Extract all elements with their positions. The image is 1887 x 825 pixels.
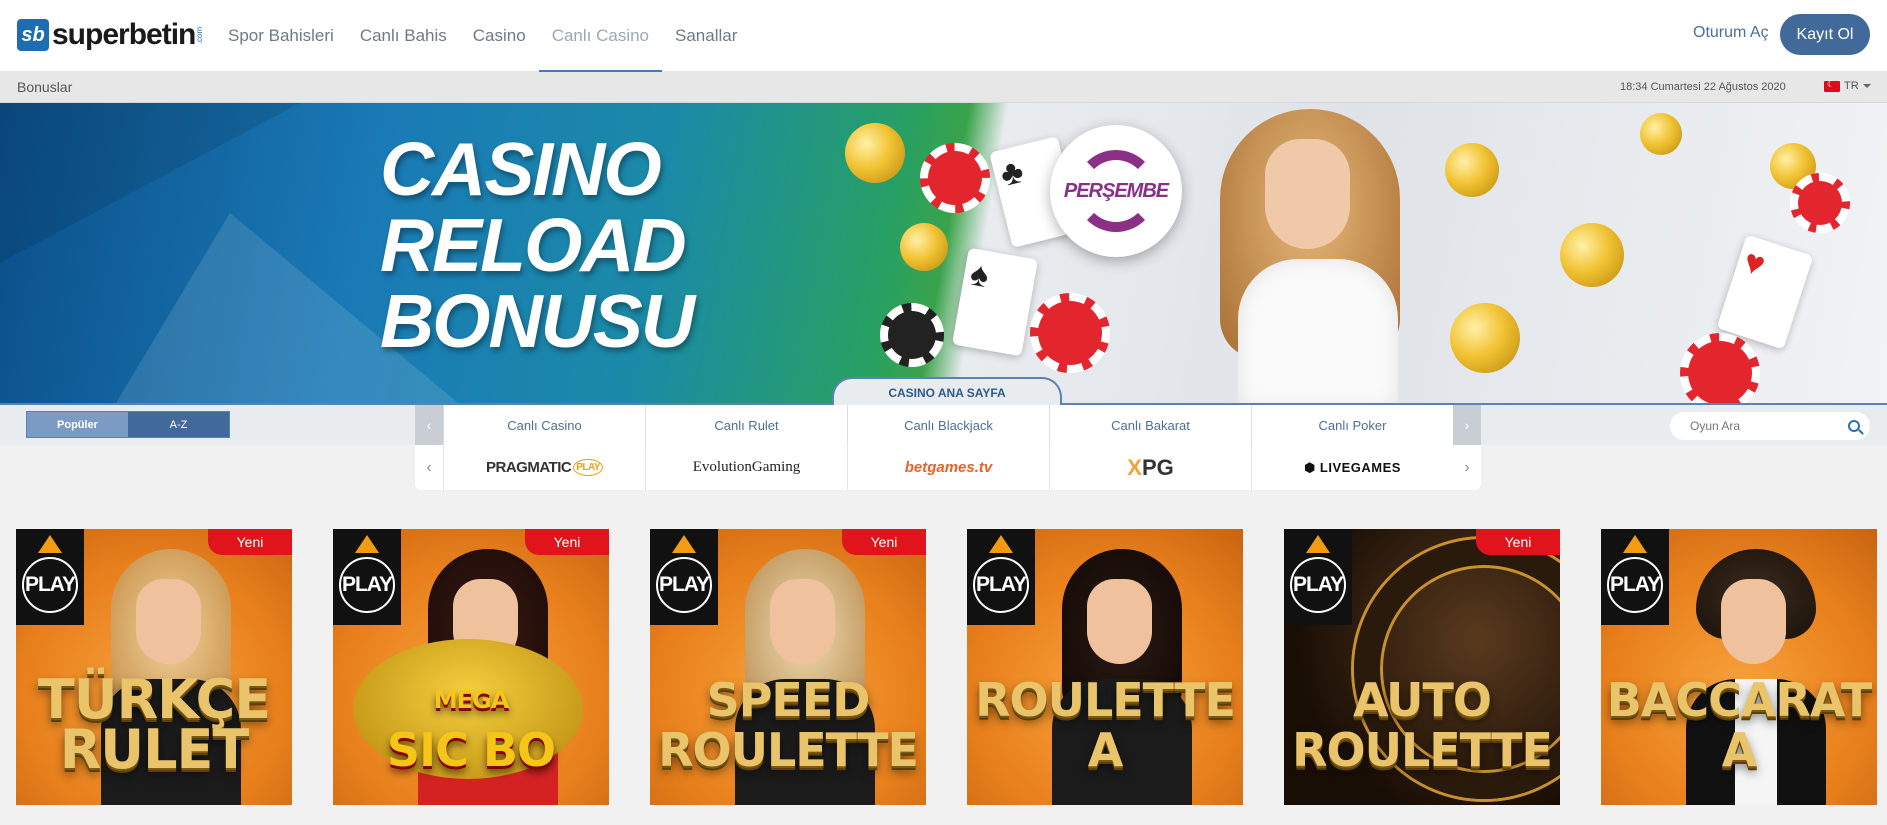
chevron-left-icon[interactable]: ‹ xyxy=(415,405,443,445)
logo-suffix: .com xyxy=(195,26,205,44)
search-input[interactable] xyxy=(1690,419,1830,433)
game-search xyxy=(1670,412,1870,440)
language-selector[interactable]: TR xyxy=(1824,79,1871,92)
provider-xpg-pg: PG xyxy=(1141,454,1174,480)
pragmatic-play-logo: PLAY xyxy=(16,529,84,625)
bonuses-link[interactable]: Bonuslar xyxy=(17,79,72,95)
tab-canli-poker[interactable]: Canlı Poker xyxy=(1251,405,1453,445)
chevron-left-icon[interactable]: ‹ xyxy=(415,445,443,490)
day-badge: PERŞEMBE xyxy=(1050,125,1182,257)
category-tabs: ‹ Canlı Casino Canlı Rulet Canlı Blackja… xyxy=(415,405,1481,445)
game-tile[interactable]: PLAY BACCARAT A xyxy=(1601,529,1877,805)
sort-popular-button[interactable]: Popüler xyxy=(27,412,128,437)
game-tile[interactable]: PLAY Yeni SPEED ROULETTE xyxy=(650,529,926,805)
tab-canli-casino[interactable]: Canlı Casino xyxy=(443,405,645,445)
game-title: MEGA SIC BO xyxy=(386,686,556,777)
pragmatic-play-logo: PLAY xyxy=(967,529,1035,625)
provider-livegames[interactable]: ⬢ LIVEGAMES xyxy=(1251,445,1453,490)
provider-carousel: ‹ PRAGMATIC PLAY EvolutionGaming betgame… xyxy=(415,445,1481,490)
main-nav: Spor Bahisleri Canlı Bahis Casino Canlı … xyxy=(215,0,750,73)
logo-wordmark: superbetin xyxy=(52,18,196,51)
provider-pragmatic-play[interactable]: PRAGMATIC PLAY xyxy=(443,445,645,490)
pragmatic-play-logo: PLAY xyxy=(650,529,718,625)
login-link[interactable]: Oturum Aç xyxy=(1693,24,1769,42)
casino-home-tab[interactable]: CASINO ANA SAYFA xyxy=(832,377,1062,407)
gold-coin-icon xyxy=(1560,223,1624,287)
provider-name: LIVEGAMES xyxy=(1319,460,1401,475)
day-badge-label: PERŞEMBE xyxy=(1063,179,1169,202)
casino-chip-icon xyxy=(920,143,990,213)
casino-chip-icon xyxy=(1680,333,1760,405)
game-tile[interactable]: PLAY ROULETTE A xyxy=(967,529,1243,805)
game-title: AUTO ROULETTE xyxy=(1292,673,1553,777)
provider-xpg[interactable]: X PG xyxy=(1049,445,1251,490)
register-button[interactable]: Kayıt Ol xyxy=(1780,14,1870,55)
new-badge: Yeni xyxy=(842,529,926,555)
banner-headline: CASINO RELOAD BONUSU xyxy=(380,127,695,363)
headline-line-1: CASINO xyxy=(380,127,662,211)
livegames-icon: ⬢ xyxy=(1304,459,1316,475)
nav-sanallar[interactable]: Sanallar xyxy=(662,0,750,72)
logo-badge: sb xyxy=(17,19,49,51)
game-title: TÜRKÇE RULET xyxy=(37,668,271,781)
language-code: TR xyxy=(1844,80,1859,92)
sub-bar: Bonuslar 18:34 Cumartesi 22 Ağustos 2020… xyxy=(0,72,1887,103)
chevron-right-icon[interactable]: › xyxy=(1453,445,1481,490)
caret-down-icon xyxy=(1862,84,1871,88)
game-grid: PLAY Yeni TÜRKÇE RULET PLAY Yeni MEGA SIC … xyxy=(16,529,1877,805)
game-tile[interactable]: PLAY Yeni TÜRKÇE RULET xyxy=(16,529,292,805)
casino-chip-icon xyxy=(1790,173,1850,233)
top-navbar: sb superbetin .com Spor Bahisleri Canlı … xyxy=(0,0,1887,73)
game-title: ROULETTE A xyxy=(975,673,1236,777)
chevron-right-icon[interactable]: › xyxy=(1453,405,1481,445)
new-badge: Yeni xyxy=(525,529,609,555)
game-title: SPEED ROULETTE xyxy=(658,673,919,777)
tab-canli-bakarat[interactable]: Canlı Bakarat xyxy=(1049,405,1251,445)
gold-coin-icon xyxy=(845,123,905,183)
playing-card-icon: ♠ xyxy=(952,247,1038,357)
search-icon[interactable] xyxy=(1848,420,1860,432)
casino-chip-icon xyxy=(880,303,944,367)
datetime-display: 18:34 Cumartesi 22 Ağustos 2020 xyxy=(1620,81,1786,93)
new-badge: Yeni xyxy=(1476,529,1560,555)
provider-badge: PLAY xyxy=(573,459,603,476)
superbetin-logo[interactable]: sb superbetin .com xyxy=(17,18,209,52)
pragmatic-play-logo: PLAY xyxy=(333,529,401,625)
game-tile[interactable]: PLAY Yeni AUTO ROULETTE xyxy=(1284,529,1560,805)
tab-canli-rulet[interactable]: Canlı Rulet xyxy=(645,405,847,445)
provider-evolution-gaming[interactable]: EvolutionGaming xyxy=(645,445,847,490)
croupier-model-image xyxy=(1200,109,1440,405)
playing-card-icon: ♥ xyxy=(1716,234,1814,350)
pragmatic-play-logo: PLAY xyxy=(1601,529,1669,625)
nav-canli-bahis[interactable]: Canlı Bahis xyxy=(347,0,460,72)
provider-name: PRAGMATIC xyxy=(486,459,572,476)
headline-line-3: BONUSU xyxy=(380,279,695,363)
new-badge: Yeni xyxy=(208,529,292,555)
provider-xpg-x: X xyxy=(1127,454,1142,480)
casino-chip-icon xyxy=(1030,293,1110,373)
game-tile[interactable]: PLAY Yeni MEGA SIC BO xyxy=(333,529,609,805)
nav-casino[interactable]: Casino xyxy=(460,0,539,72)
headline-line-2: RELOAD xyxy=(380,203,687,287)
promo-banner[interactable]: CASINO RELOAD BONUSU ♣ ♠ ♥ PERŞEMBE xyxy=(0,103,1887,405)
gold-coin-icon xyxy=(1450,303,1520,373)
nav-canli-casino[interactable]: Canlı Casino xyxy=(538,0,663,73)
gold-coin-icon xyxy=(1445,143,1499,197)
gold-coin-icon xyxy=(1640,113,1682,155)
turkey-flag-icon xyxy=(1824,79,1840,92)
nav-spor-bahisleri[interactable]: Spor Bahisleri xyxy=(215,0,347,72)
sort-toggle: Popüler A-Z xyxy=(26,411,230,438)
gold-coin-icon xyxy=(900,223,948,271)
game-title: BACCARAT A xyxy=(1606,673,1873,777)
filter-bar: Popüler A-Z ‹ Canlı Casino Canlı Rulet C… xyxy=(0,405,1887,445)
sort-az-button[interactable]: A-Z xyxy=(128,412,229,437)
provider-betgames[interactable]: betgames.tv xyxy=(847,445,1049,490)
tab-canli-blackjack[interactable]: Canlı Blackjack xyxy=(847,405,1049,445)
decorative-triangle xyxy=(0,103,300,263)
pragmatic-play-logo: PLAY xyxy=(1284,529,1352,625)
